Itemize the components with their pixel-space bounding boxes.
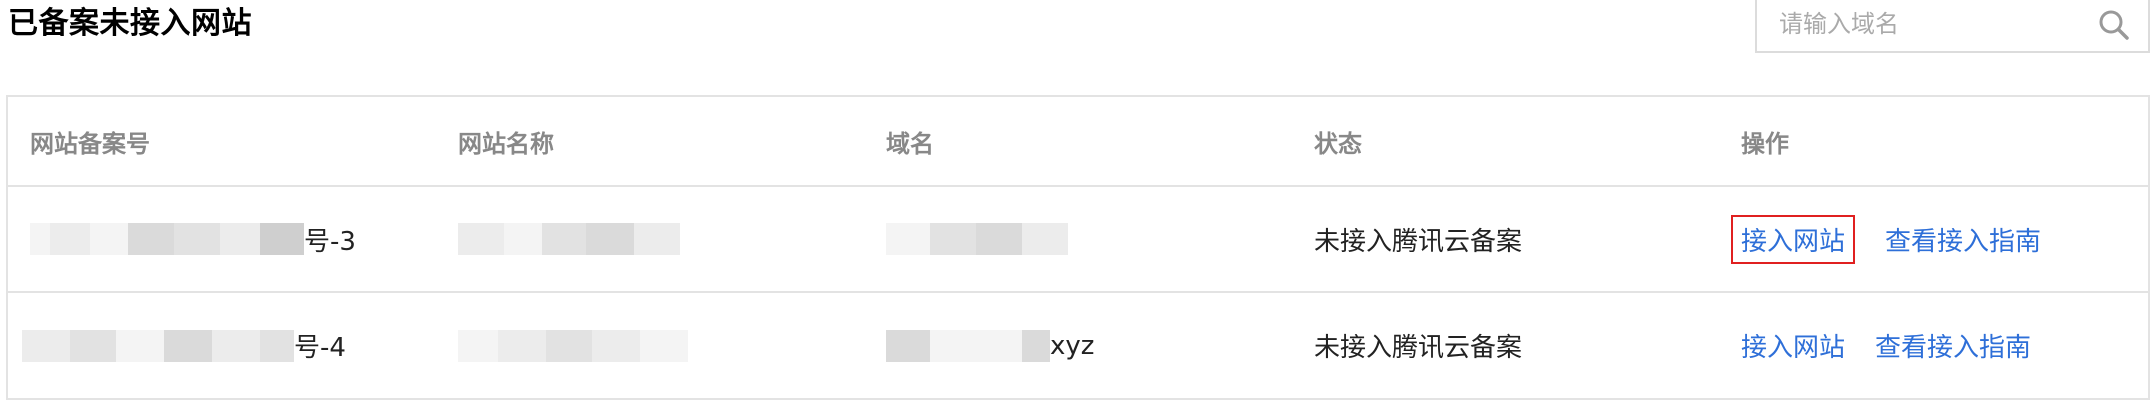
view-connect-guide-link[interactable]: 查看接入指南 <box>1875 327 2031 364</box>
page-title: 已备案未接入网站 <box>8 6 252 41</box>
actions-cell: 接入网站 查看接入指南 <box>1731 187 2041 291</box>
redacted-record-number <box>30 223 304 255</box>
column-header-actions: 操作 <box>1741 129 1789 158</box>
site-name-cell <box>458 187 680 291</box>
status-cell: 未接入腾讯云备案 <box>1314 226 1523 257</box>
domain-suffix: xyz <box>1050 330 1095 361</box>
connect-site-link[interactable]: 接入网站 <box>1731 214 1856 264</box>
column-header-status: 状态 <box>1314 129 1362 158</box>
redacted-domain <box>886 223 1068 255</box>
search-icon[interactable] <box>2096 7 2132 43</box>
connect-site-link[interactable]: 接入网站 <box>1741 327 1845 364</box>
column-header-domain: 域名 <box>886 129 934 158</box>
record-number-suffix: 号-3 <box>304 226 356 257</box>
search-box[interactable] <box>1755 0 2150 53</box>
view-connect-guide-link[interactable]: 查看接入指南 <box>1885 221 2041 258</box>
record-number-cell: 号-4 <box>22 293 346 398</box>
search-input[interactable] <box>1779 2 2079 46</box>
table-row: 号-4 xyz 未接入腾讯云备案 接入网站 查看接入指南 <box>8 293 2148 398</box>
table-header: 网站备案号 网站名称 域名 状态 操作 <box>8 97 2148 187</box>
table-row: 号-3 未接入腾讯云备案 接入网站 查看接入指南 <box>8 187 2148 293</box>
site-name-cell <box>458 293 688 398</box>
domain-cell: xyz <box>886 293 1094 398</box>
redacted-site-name <box>458 223 680 255</box>
domain-cell <box>886 187 1068 291</box>
status-cell: 未接入腾讯云备案 <box>1314 333 1523 363</box>
redacted-domain <box>886 329 1050 362</box>
record-number-suffix: 号-4 <box>294 333 346 363</box>
actions-cell: 接入网站 查看接入指南 <box>1741 293 2031 398</box>
sites-table: 网站备案号 网站名称 域名 状态 操作 号-3 未接入腾讯云备案 接入网站 查看… <box>6 95 2150 400</box>
column-header-record-number: 网站备案号 <box>30 129 150 158</box>
redacted-site-name <box>458 329 688 362</box>
redacted-record-number <box>22 329 294 362</box>
column-header-site-name: 网站名称 <box>458 129 554 158</box>
record-number-cell: 号-3 <box>30 187 356 291</box>
